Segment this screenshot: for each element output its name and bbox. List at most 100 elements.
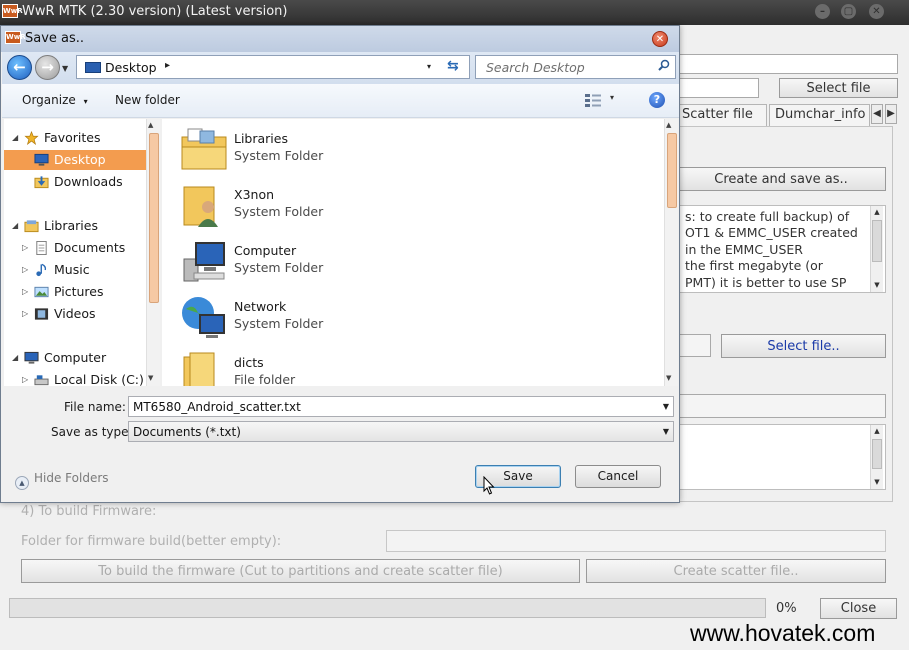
tab-scroll-right-icon[interactable]: ▶ — [885, 104, 897, 124]
tree-item-downloads[interactable]: Downloads — [4, 172, 146, 192]
scroll-thumb[interactable] — [872, 439, 882, 469]
organize-menu[interactable]: Organize ▾ — [22, 93, 88, 107]
cancel-button[interactable]: Cancel — [575, 465, 661, 488]
change-view-icon[interactable] — [585, 94, 601, 107]
dialog-close-button[interactable]: ✕ — [652, 31, 668, 47]
info-line: s: to create full backup) of — [685, 209, 850, 224]
dialog-title: Save as.. — [25, 31, 85, 46]
music-icon — [36, 263, 47, 277]
file-item-x3non[interactable]: X3non System Folder — [180, 181, 480, 233]
expand-arrow-icon[interactable]: ▷ — [22, 282, 28, 302]
navigation-scrollbar[interactable]: ▲ ▼ — [146, 119, 160, 386]
tab-scroll-left-icon[interactable]: ◀ — [871, 104, 883, 124]
new-folder-button[interactable]: New folder — [115, 93, 180, 107]
collapse-arrow-icon[interactable]: ◢ — [12, 216, 18, 236]
star-icon — [24, 131, 39, 145]
tree-item-label: Libraries — [44, 218, 98, 233]
chevron-down-icon: ▾ — [83, 97, 88, 106]
tab-dumchar-info[interactable]: Dumchar_info — [769, 104, 870, 126]
file-name-input[interactable]: MT6580_Android_scatter.txt ▼ — [128, 396, 674, 417]
tree-item-libraries[interactable]: ◢ Libraries — [4, 216, 146, 236]
info-line: PMT) it is better to use SP — [685, 274, 847, 290]
log-scrollbar[interactable]: ▲ ▼ — [870, 425, 883, 489]
scroll-up-icon[interactable]: ▲ — [871, 206, 883, 218]
downloads-icon — [34, 176, 49, 189]
search-icon[interactable] — [658, 59, 670, 71]
file-path-input-mid[interactable] — [676, 334, 711, 357]
navigation-pane[interactable]: ◢ Favorites Desktop Downloads ◢ Librarie… — [4, 119, 146, 386]
expand-arrow-icon[interactable]: ▷ — [22, 370, 28, 386]
hide-folders-button[interactable]: ▲ Hide Folders — [15, 471, 109, 490]
back-arrow-icon[interactable]: ← — [7, 55, 32, 80]
file-input-top[interactable] — [676, 78, 759, 98]
expand-arrow-icon[interactable]: ▷ — [22, 238, 28, 258]
tree-item-desktop[interactable]: Desktop — [4, 150, 146, 170]
path-input-top[interactable] — [676, 54, 898, 74]
organize-label: Organize — [22, 93, 76, 107]
create-and-save-button[interactable]: Create and save as.. — [676, 167, 886, 191]
watermark: www.hovatek.com — [690, 620, 876, 646]
expand-arrow-icon[interactable]: ▷ — [22, 260, 28, 280]
maximize-button[interactable]: ▢ — [841, 4, 856, 19]
create-scatter-button[interactable]: Create scatter file.. — [586, 559, 886, 583]
file-item-network[interactable]: Network System Folder — [180, 293, 480, 345]
select-file-top-button[interactable]: Select file — [779, 78, 898, 98]
help-icon[interactable]: ? — [649, 92, 665, 108]
file-name: dicts — [234, 355, 264, 370]
info-textarea[interactable]: s: to create full backup) of OT1 & EMMC_… — [676, 205, 886, 293]
tree-item-documents[interactable]: ▷ Documents — [4, 238, 146, 258]
collapse-arrow-icon[interactable]: ◢ — [12, 128, 18, 148]
file-item-libraries[interactable]: Libraries System Folder — [180, 125, 480, 177]
build-firmware-button[interactable]: To build the firmware (Cut to partitions… — [21, 559, 580, 583]
libraries-folder-icon — [181, 128, 227, 170]
scroll-up-icon[interactable]: ▲ — [148, 121, 153, 129]
save-type-select[interactable]: Documents (*.txt) ▼ — [128, 421, 674, 442]
close-button[interactable]: Close — [820, 598, 897, 619]
scroll-down-icon[interactable]: ▼ — [666, 374, 671, 382]
tree-item-videos[interactable]: ▷ Videos — [4, 304, 146, 324]
network-icon — [182, 297, 225, 338]
view-options-dropdown-icon[interactable]: ▾ — [610, 93, 614, 102]
output-field[interactable] — [676, 394, 886, 418]
file-list[interactable]: Libraries System Folder X3non System Fol… — [162, 119, 664, 386]
desktop-location-icon — [85, 62, 101, 73]
scroll-down-icon[interactable]: ▼ — [871, 279, 883, 291]
refresh-icon[interactable]: ⇆ — [447, 58, 459, 74]
tree-item-computer[interactable]: ◢ Computer — [4, 348, 146, 368]
file-list-scrollbar[interactable]: ▲ ▼ — [664, 119, 678, 386]
search-input[interactable]: Search Desktop — [475, 55, 676, 79]
recent-locations-dropdown-icon[interactable]: ▼ — [62, 64, 68, 73]
folder-input[interactable] — [386, 530, 886, 552]
forward-arrow-icon[interactable]: → — [35, 55, 60, 80]
scroll-up-icon[interactable]: ▲ — [871, 425, 883, 437]
scroll-up-icon[interactable]: ▲ — [666, 121, 671, 129]
chevron-down-icon[interactable]: ▼ — [663, 427, 669, 436]
address-bar[interactable]: Desktop ▸ ▾ ⇆ — [76, 55, 470, 79]
tree-item-music[interactable]: ▷ Music — [4, 260, 146, 280]
tree-item-local-disk[interactable]: ▷ Local Disk (C:) — [4, 370, 146, 386]
search-placeholder: Search Desktop — [486, 60, 585, 75]
scroll-down-icon[interactable]: ▼ — [148, 374, 153, 382]
file-item-dicts[interactable]: dicts File folder — [180, 349, 480, 386]
minimize-button[interactable]: – — [815, 4, 830, 19]
tab-scatter-file[interactable]: Scatter file — [676, 104, 767, 126]
breadcrumb-arrow-icon[interactable]: ▸ — [165, 60, 170, 71]
tree-item-favorites[interactable]: ◢ Favorites — [4, 128, 146, 148]
info-scrollbar[interactable]: ▲ ▼ — [870, 206, 883, 292]
scroll-thumb[interactable] — [667, 133, 677, 208]
address-dropdown-icon[interactable]: ▾ — [427, 62, 431, 71]
select-file-mid-button[interactable]: Select file.. — [721, 334, 886, 358]
scroll-thumb[interactable] — [149, 133, 159, 303]
file-item-computer[interactable]: Computer System Folder — [180, 237, 480, 289]
tree-item-pictures[interactable]: ▷ Pictures — [4, 282, 146, 302]
chevron-down-icon[interactable]: ▼ — [663, 402, 669, 411]
scroll-down-icon[interactable]: ▼ — [871, 476, 883, 488]
section-build-firmware-label: 4) To build Firmware: — [21, 504, 157, 519]
collapse-arrow-icon[interactable]: ◢ — [12, 348, 18, 368]
close-window-button[interactable]: ✕ — [869, 4, 884, 19]
expand-arrow-icon[interactable]: ▷ — [22, 304, 28, 324]
scroll-thumb[interactable] — [872, 220, 882, 262]
file-name-label: File name: — [64, 400, 126, 414]
log-textarea[interactable] — [676, 424, 886, 490]
address-location[interactable]: Desktop — [105, 60, 157, 75]
